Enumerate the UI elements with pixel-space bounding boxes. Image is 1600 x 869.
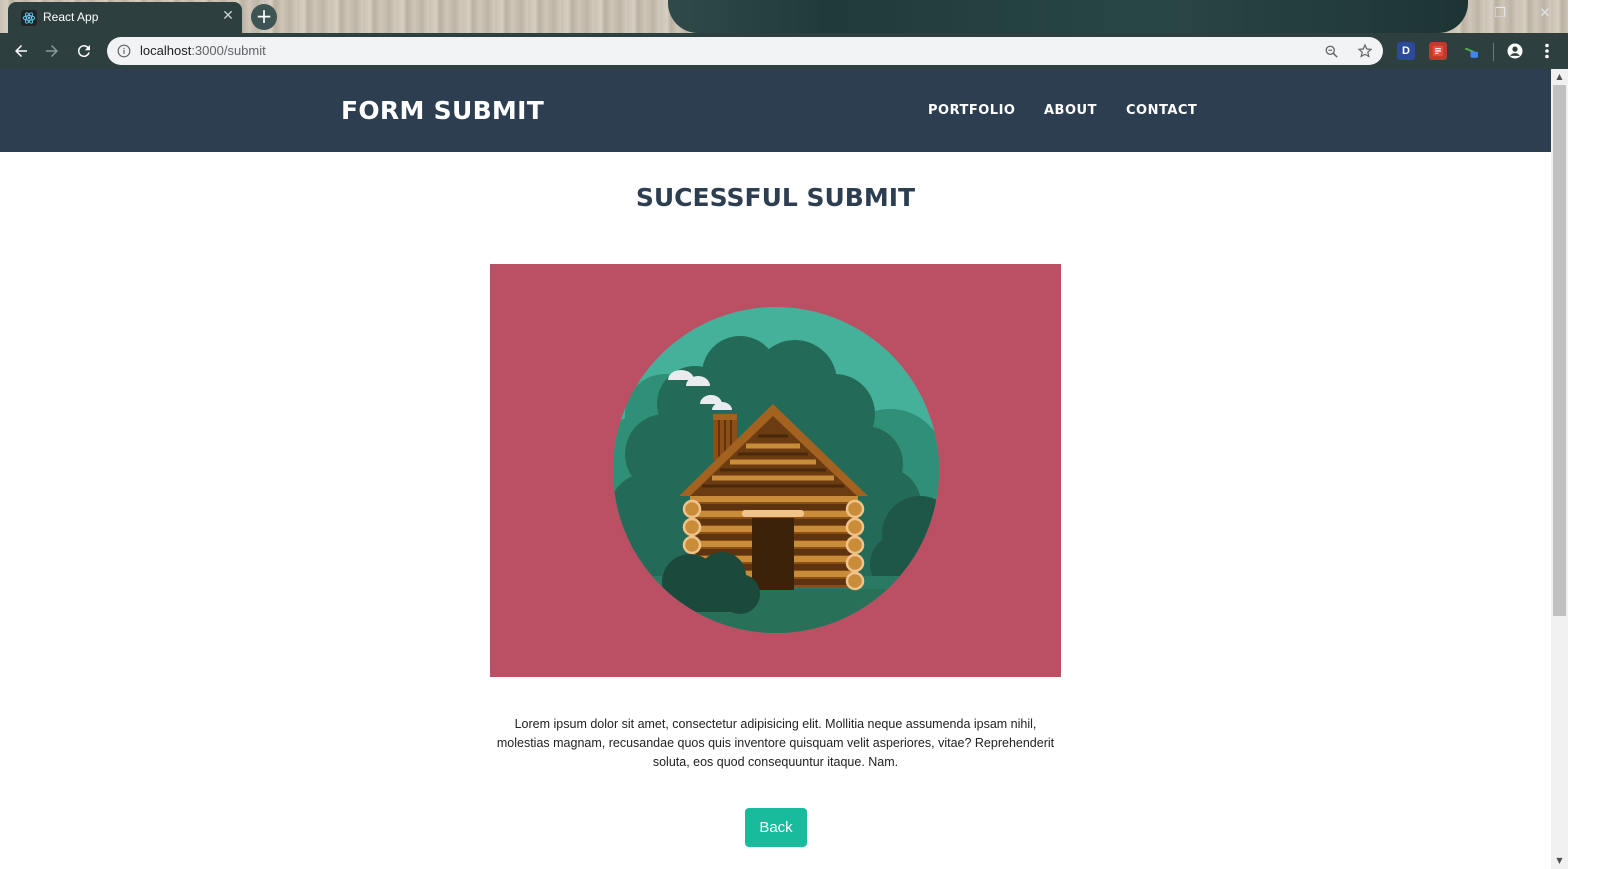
window-background bbox=[668, 0, 1468, 33]
page-scrollbar[interactable]: ▲ ▼ bbox=[1551, 69, 1568, 869]
extension-green-icon[interactable] bbox=[1463, 42, 1481, 60]
close-window-icon[interactable]: ✕ bbox=[1535, 6, 1555, 21]
scroll-up-icon[interactable]: ▲ bbox=[1551, 69, 1568, 85]
page-viewport: FORM SUBMIT PORTFOLIO ABOUT CONTACT SUCE… bbox=[0, 69, 1551, 869]
browser-tab[interactable]: React App ✕ bbox=[8, 2, 242, 33]
tab-close-icon[interactable]: ✕ bbox=[220, 8, 236, 24]
arrow-right-icon[interactable] bbox=[40, 39, 64, 63]
extension-red-icon[interactable] bbox=[1429, 42, 1447, 60]
nav-link-portfolio[interactable]: PORTFOLIO bbox=[928, 103, 1015, 118]
nav-link-contact[interactable]: CONTACT bbox=[1126, 103, 1197, 118]
reload-icon[interactable] bbox=[72, 39, 96, 63]
scroll-down-icon[interactable]: ▼ bbox=[1551, 853, 1568, 869]
url-host: localhost bbox=[140, 43, 192, 58]
react-icon bbox=[21, 10, 37, 26]
toolbar-separator bbox=[1493, 43, 1494, 61]
nav-link-about[interactable]: ABOUT bbox=[1044, 103, 1097, 118]
description-text: Lorem ipsum dolor sit amet, consectetur … bbox=[496, 717, 1055, 769]
restore-window-icon[interactable]: ❐ bbox=[1490, 6, 1510, 21]
account-icon[interactable] bbox=[1506, 42, 1524, 60]
hero-image bbox=[490, 264, 1061, 677]
window-edge bbox=[1568, 0, 1600, 869]
kebab-menu-icon[interactable] bbox=[1538, 42, 1556, 60]
extension-label: D bbox=[1402, 45, 1410, 57]
address-bar[interactable]: localhost:3000/submit bbox=[107, 37, 1383, 65]
url-text: localhost:3000/submit bbox=[140, 43, 266, 58]
scrollbar-thumb[interactable] bbox=[1553, 85, 1566, 616]
tab-title: React App bbox=[43, 10, 99, 24]
extension-d-icon[interactable]: D bbox=[1397, 42, 1415, 60]
navbar-brand[interactable]: FORM SUBMIT bbox=[341, 96, 544, 125]
arrow-left-icon[interactable] bbox=[9, 39, 33, 63]
back-button[interactable]: Back bbox=[745, 808, 807, 847]
new-tab-button[interactable]: + bbox=[251, 4, 277, 30]
zoom-icon[interactable] bbox=[1322, 42, 1340, 60]
page-title: SUCESSFUL SUBMIT bbox=[635, 183, 916, 212]
browser-tabstrip: React App ✕ + ❐ ✕ bbox=[0, 0, 1600, 33]
cabin-illustration bbox=[613, 307, 939, 633]
star-icon[interactable] bbox=[1356, 42, 1374, 60]
url-path: :3000/submit bbox=[191, 43, 266, 58]
browser-toolbar: localhost:3000/submit D bbox=[0, 33, 1600, 69]
info-icon[interactable] bbox=[116, 43, 132, 59]
site-navbar: FORM SUBMIT PORTFOLIO ABOUT CONTACT bbox=[0, 69, 1551, 152]
